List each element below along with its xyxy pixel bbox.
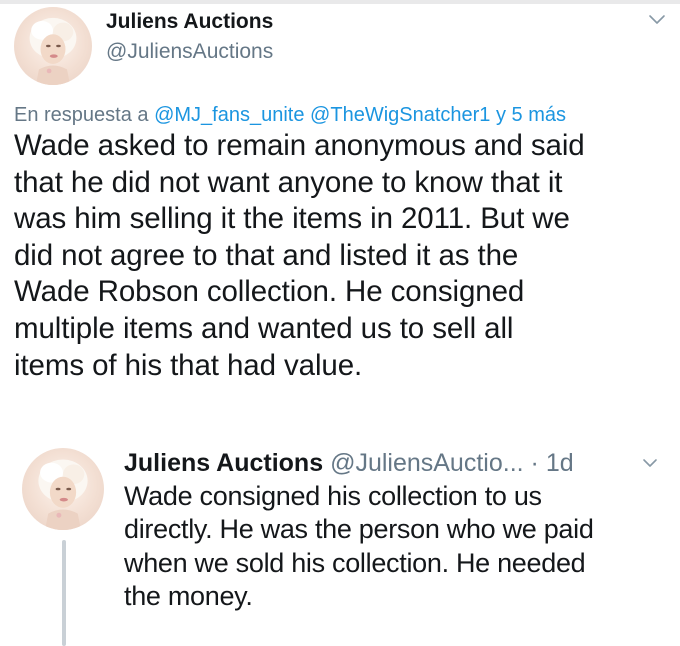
mention-link[interactable]: @TheWigSnatcher1 <box>310 104 490 126</box>
top-divider <box>0 0 680 4</box>
thread-connector-line <box>62 540 66 646</box>
reply-header: Juliens Auctions @JuliensAuctio... · 1d <box>124 449 574 478</box>
chevron-down-icon[interactable] <box>642 457 658 469</box>
reply-author-display-name[interactable]: Juliens Auctions <box>124 449 323 477</box>
avatar-portrait-icon <box>29 17 77 85</box>
reply-text-line: Wade consigned his collection to us <box>124 481 542 511</box>
tweet-text-line: Wade asked to remain anonymous and said <box>14 129 585 162</box>
reply-text-line: when we sold his collection. He needed <box>124 547 586 578</box>
reply-context-prefix: En respuesta a <box>14 104 149 126</box>
chevron-down-icon[interactable] <box>648 13 666 27</box>
tweet-text-line: items of his that had value. <box>14 348 363 382</box>
author-handle[interactable]: @JuliensAuctions <box>106 40 273 64</box>
reply-author-handle[interactable]: @JuliensAuctio... <box>330 449 524 477</box>
reply-text-line: directly. He was the person who we paid <box>124 514 594 545</box>
tweet-body: Wade asked to remain anonymous and said … <box>14 128 678 384</box>
reply-text-line: the money. <box>124 580 253 611</box>
author-display-name[interactable]: Juliens Auctions <box>106 10 273 34</box>
reply-timestamp[interactable]: 1d <box>546 449 574 477</box>
reply-author-avatar[interactable] <box>22 448 104 530</box>
tweet-text-line: Wade Robson collection. He consigned <box>14 275 525 309</box>
reply-body: Wade consigned his collection to us dire… <box>124 480 674 613</box>
mention-link[interactable]: @MJ_fans_unite <box>154 104 304 126</box>
reply-context: En respuesta a @MJ_fans_unite @TheWigSna… <box>14 104 566 127</box>
tweet-text-line: multiple items and wanted us to sell all <box>14 311 514 345</box>
more-mentions-link[interactable]: y 5 más <box>496 104 566 126</box>
tweet-text-line: did not agree to that and listed it as t… <box>14 238 519 272</box>
author-avatar[interactable] <box>14 7 92 85</box>
tweet-text-line: that he did not want anyone to know that… <box>14 165 563 199</box>
avatar-portrait-icon <box>38 459 88 530</box>
tweet-text-line: was him selling it the items in 2011. Bu… <box>14 202 570 236</box>
separator-dot: · <box>530 449 539 477</box>
